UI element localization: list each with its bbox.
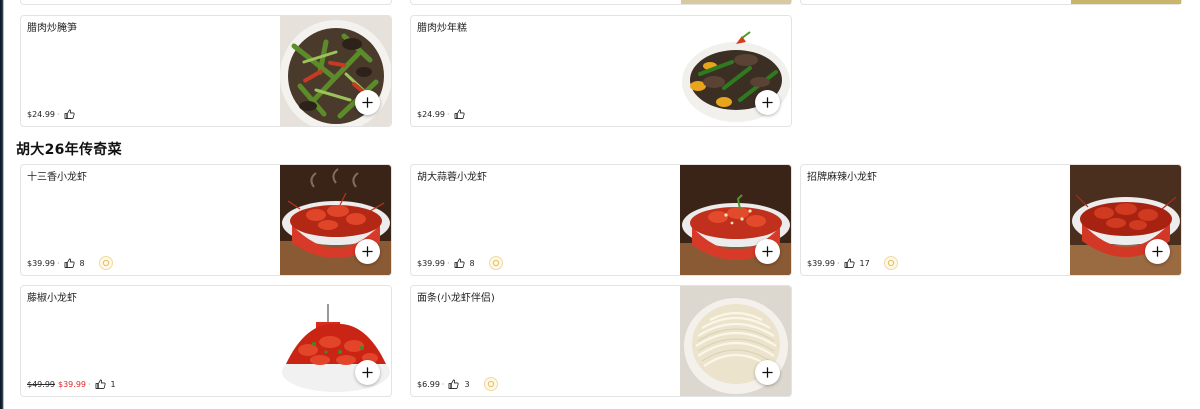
- separator-dot: ·: [57, 109, 60, 119]
- add-to-cart-button[interactable]: [355, 90, 380, 115]
- separator-dot: ·: [441, 379, 445, 389]
- menu-item-card[interactable]: 面条(小龙虾伴侣) $6.99 · 3: [410, 285, 792, 397]
- recommend-badge-icon: [98, 256, 113, 270]
- item-meta: $39.99 · 17: [807, 256, 898, 270]
- item-name: 招牌麻辣小龙虾: [807, 172, 877, 183]
- item-price: $39.99: [417, 258, 445, 268]
- item-name: 胡大蒜蓉小龙虾: [417, 172, 487, 183]
- separator-dot: ·: [447, 258, 450, 268]
- separator-dot: ·: [447, 109, 450, 119]
- plus-icon: [362, 97, 373, 108]
- item-original-price: $49.99: [27, 379, 55, 389]
- section-title: 胡大26年传奇菜: [16, 142, 122, 158]
- item-meta: $24.99 ·: [27, 108, 75, 120]
- menu-item-card[interactable]: 腊肉炒腌笋 $24.99 ·: [20, 15, 392, 127]
- item-name: 腊肉炒腌笋: [27, 23, 77, 34]
- item-meta: $39.99 · 8: [417, 256, 503, 270]
- item-name: 面条(小龙虾伴侣): [417, 293, 495, 304]
- menu-item-card[interactable]: 藤椒小龙虾 $49.99 $39.99 · 1: [20, 285, 392, 397]
- menu-item-card[interactable]: 招牌麻辣小龙虾 $39.99 · 17: [800, 164, 1182, 276]
- like-count: 8: [469, 258, 475, 268]
- item-price: $39.99: [27, 258, 55, 268]
- window-edge: [0, 0, 4, 409]
- thumbs-up-icon[interactable]: [64, 258, 75, 268]
- menu-item-card[interactable]: 胡大蒜蓉小龙虾 $39.99 · 8: [410, 164, 792, 276]
- like-count: 17: [859, 258, 870, 268]
- separator-dot: ·: [57, 258, 60, 268]
- item-meta: $24.99 ·: [417, 108, 465, 120]
- like-count: 8: [79, 258, 85, 268]
- thumbs-up-icon[interactable]: [64, 109, 75, 119]
- card-top-edge: [410, 0, 792, 5]
- thumbs-up-icon[interactable]: [844, 258, 855, 268]
- like-count: 1: [110, 379, 116, 389]
- add-to-cart-button[interactable]: [755, 239, 780, 264]
- plus-icon: [362, 246, 373, 257]
- separator-dot: ·: [837, 258, 840, 268]
- plus-icon: [762, 97, 773, 108]
- add-to-cart-button[interactable]: [355, 360, 380, 385]
- like-count: 3: [464, 379, 470, 389]
- plus-icon: [1152, 246, 1163, 257]
- plus-icon: [762, 367, 773, 378]
- thumbs-up-icon[interactable]: [454, 258, 465, 268]
- item-price: $6.99: [417, 379, 440, 389]
- item-meta: $39.99 · 8: [27, 256, 113, 270]
- menu-item-card[interactable]: 十三香小龙虾 $39.99 · 8: [20, 164, 392, 276]
- card-top-edge: [20, 0, 392, 5]
- add-to-cart-button[interactable]: [1145, 239, 1170, 264]
- menu-item-card[interactable]: 腊肉炒年糕 $24.99 ·: [410, 15, 792, 127]
- item-price: $39.99: [807, 258, 835, 268]
- item-meta: $6.99 · 3: [417, 377, 498, 391]
- plus-icon: [362, 367, 373, 378]
- item-name: 藤椒小龙虾: [27, 293, 77, 304]
- item-price: $24.99: [27, 109, 55, 119]
- card-top-edge: [800, 0, 1182, 5]
- item-price: $24.99: [417, 109, 445, 119]
- thumbs-up-icon[interactable]: [448, 379, 460, 389]
- add-to-cart-button[interactable]: [755, 90, 780, 115]
- recommend-badge-icon: [483, 377, 498, 391]
- separator-dot: ·: [88, 379, 91, 389]
- item-meta: $49.99 $39.99 · 1: [27, 378, 116, 390]
- thumbs-up-icon[interactable]: [454, 109, 465, 119]
- item-name: 十三香小龙虾: [27, 172, 87, 183]
- add-to-cart-button[interactable]: [755, 360, 780, 385]
- recommend-badge-icon: [883, 256, 898, 270]
- item-name: 腊肉炒年糕: [417, 23, 467, 34]
- thumbs-up-icon[interactable]: [95, 379, 106, 389]
- item-sale-price: $39.99: [58, 379, 86, 389]
- add-to-cart-button[interactable]: [355, 239, 380, 264]
- plus-icon: [762, 246, 773, 257]
- recommend-badge-icon: [488, 256, 503, 270]
